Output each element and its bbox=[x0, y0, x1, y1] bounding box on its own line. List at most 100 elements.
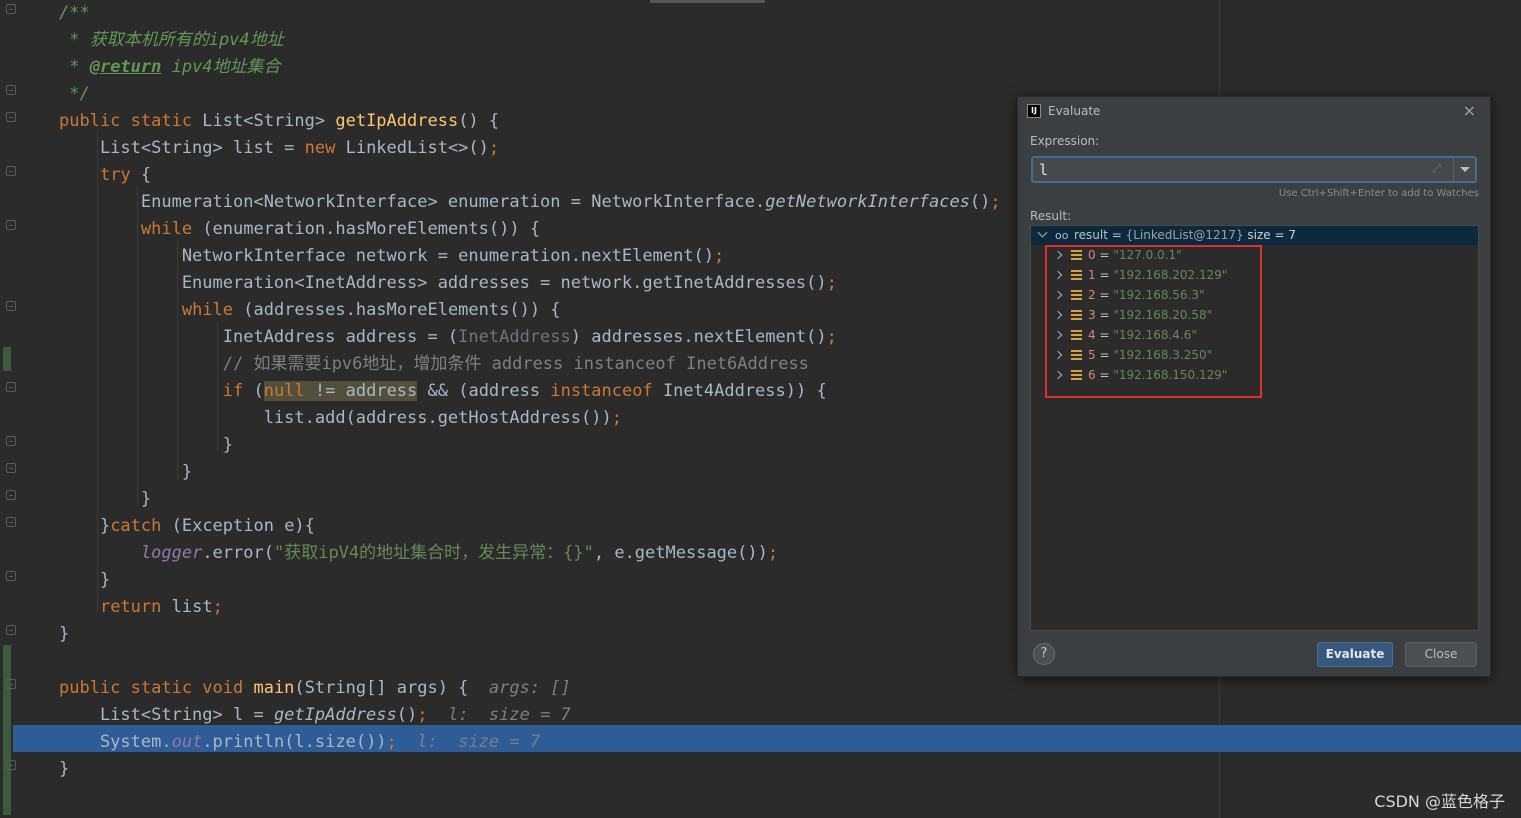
code-line[interactable]: * @return ipv4地址集合 bbox=[59, 54, 1001, 81]
code-line[interactable]: try { bbox=[59, 162, 1001, 189]
fold-icon[interactable] bbox=[6, 625, 16, 635]
code-token: ; bbox=[767, 543, 779, 563]
code-line[interactable]: if (null != address && (address instance… bbox=[59, 378, 1001, 405]
code-token: (Exception e){ bbox=[171, 516, 315, 536]
code-line[interactable]: } bbox=[59, 486, 1001, 513]
result-object: {LinkedList@1217} bbox=[1125, 228, 1244, 242]
code-token: () bbox=[969, 192, 991, 212]
code-line[interactable]: } bbox=[59, 756, 1001, 783]
code-token: Enumeration<InetAddress> addresses = net… bbox=[59, 273, 827, 293]
fold-icon[interactable] bbox=[6, 760, 16, 770]
fold-icon[interactable] bbox=[6, 463, 16, 473]
code-token: instanceof bbox=[550, 381, 663, 401]
code-token: return bbox=[99, 597, 172, 617]
expression-input[interactable] bbox=[1039, 160, 1419, 180]
code-token: public static bbox=[59, 111, 203, 131]
evaluate-button[interactable]: Evaluate bbox=[1317, 642, 1393, 667]
code-line[interactable]: * 获取本机所有的ipv4地址 bbox=[59, 27, 1001, 54]
fold-icon[interactable] bbox=[6, 436, 16, 446]
expand-icon[interactable]: ⤢ bbox=[1432, 162, 1441, 176]
code-line[interactable]: while (addresses.hasMoreElements()) { bbox=[59, 297, 1001, 324]
code-token: try bbox=[99, 165, 141, 185]
fold-icon[interactable] bbox=[6, 571, 16, 581]
fold-icon[interactable] bbox=[6, 517, 16, 527]
code-token: Inet4Address)) { bbox=[662, 381, 827, 401]
code-editor[interactable]: /** * 获取本机所有的ipv4地址 * @return ipv4地址集合 *… bbox=[59, 0, 1001, 783]
code-line[interactable]: List<String> l = getIpAddress(); l: size… bbox=[59, 702, 1001, 729]
code-line[interactable]: }catch (Exception e){ bbox=[59, 513, 1001, 540]
result-size: size = 7 bbox=[1243, 228, 1296, 242]
code-line[interactable]: List<String> list = new LinkedList<>(); bbox=[59, 135, 1001, 162]
code-line[interactable]: */ bbox=[59, 81, 1001, 108]
chevron-down-icon[interactable] bbox=[1037, 227, 1048, 238]
fold-icon[interactable] bbox=[6, 490, 16, 500]
result-root-node[interactable]: oo result = {LinkedList@1217} size = 7 bbox=[1031, 226, 1478, 245]
fold-icon[interactable] bbox=[6, 112, 16, 122]
code-token: InetAddress bbox=[458, 327, 571, 347]
fold-icon[interactable] bbox=[6, 679, 16, 689]
code-line[interactable]: } bbox=[59, 459, 1001, 486]
code-token: List<String> list = bbox=[59, 138, 305, 158]
code-line[interactable]: NetworkInterface network = enumeration.n… bbox=[59, 243, 1001, 270]
code-token: } bbox=[59, 570, 111, 590]
dialog-title-bar[interactable]: IJ Evaluate × bbox=[1018, 97, 1490, 125]
code-line[interactable]: list.add(address.getHostAddress()); bbox=[59, 405, 1001, 432]
help-button[interactable]: ? bbox=[1033, 643, 1055, 665]
code-token: "获取ipV4的地址集合时，发生异常：{}" bbox=[273, 543, 594, 563]
code-token: ; bbox=[488, 138, 500, 158]
history-dropdown-button[interactable] bbox=[1453, 158, 1475, 181]
code-line[interactable]: /** bbox=[59, 0, 1001, 27]
fold-icon[interactable] bbox=[6, 85, 16, 95]
code-token: ; bbox=[990, 192, 1001, 212]
code-line[interactable]: Enumeration<NetworkInterface> enumeratio… bbox=[59, 189, 1001, 216]
code-line[interactable]: // 如果需要ipv6地址，增加条件 address instanceof In… bbox=[59, 351, 1001, 378]
code-token: List<String> bbox=[202, 111, 336, 131]
code-line[interactable]: logger.error("获取ipV4的地址集合时，发生异常：{}", e.g… bbox=[59, 540, 1001, 567]
code-token: ( bbox=[253, 381, 264, 401]
code-token: * 获取本机所有的ipv4地址 bbox=[59, 30, 284, 50]
code-line[interactable]: InetAddress address = (InetAddress) addr… bbox=[59, 324, 1001, 351]
code-token: } bbox=[59, 516, 111, 536]
code-token: public static void bbox=[59, 678, 254, 698]
code-token: list bbox=[171, 597, 213, 617]
code-token: ; bbox=[386, 732, 397, 752]
close-icon[interactable]: × bbox=[1463, 101, 1476, 120]
code-line[interactable] bbox=[59, 648, 1001, 675]
code-line[interactable]: while (enumeration.hasMoreElements()) { bbox=[59, 216, 1001, 243]
code-line[interactable]: Enumeration<InetAddress> addresses = net… bbox=[59, 270, 1001, 297]
expression-field[interactable]: ⤢ bbox=[1031, 156, 1477, 183]
code-token: ; bbox=[212, 597, 223, 617]
code-token: ; bbox=[826, 273, 837, 293]
code-token: , e.getMessage()) bbox=[593, 543, 768, 563]
fold-icon[interactable] bbox=[6, 382, 16, 392]
code-token: LinkedList<>() bbox=[345, 138, 489, 158]
code-token: getIpAddress bbox=[335, 111, 459, 131]
code-line[interactable]: public static void main(String[] args) {… bbox=[59, 675, 1001, 702]
expression-label: Expression: bbox=[1030, 134, 1100, 148]
code-token: ipv4地址集合 bbox=[161, 57, 281, 77]
fold-icon[interactable] bbox=[6, 4, 16, 14]
code-line[interactable]: } bbox=[59, 567, 1001, 594]
code-token: ; bbox=[611, 408, 622, 428]
change-marker bbox=[3, 645, 11, 815]
code-line[interactable]: } bbox=[59, 621, 1001, 648]
code-token: out bbox=[171, 732, 203, 752]
code-token: != address bbox=[304, 381, 418, 401]
fold-icon[interactable] bbox=[6, 220, 16, 230]
code-line[interactable]: System.out.println(l.size()); l: size = … bbox=[59, 729, 1001, 756]
code-line[interactable]: } bbox=[59, 432, 1001, 459]
code-token: args: [] bbox=[488, 678, 571, 698]
code-line[interactable]: public static List<String> getIpAddress(… bbox=[59, 108, 1001, 135]
code-token: ) addresses.nextElement() bbox=[570, 327, 827, 347]
code-token: NetworkInterface network = enumeration.n… bbox=[59, 246, 715, 266]
code-line[interactable]: return list; bbox=[59, 594, 1001, 621]
code-token: getIpAddress bbox=[273, 705, 397, 725]
fold-icon[interactable] bbox=[6, 301, 16, 311]
code-token: * bbox=[59, 57, 90, 77]
close-button[interactable]: Close bbox=[1405, 642, 1477, 667]
fold-icon[interactable] bbox=[6, 166, 16, 176]
